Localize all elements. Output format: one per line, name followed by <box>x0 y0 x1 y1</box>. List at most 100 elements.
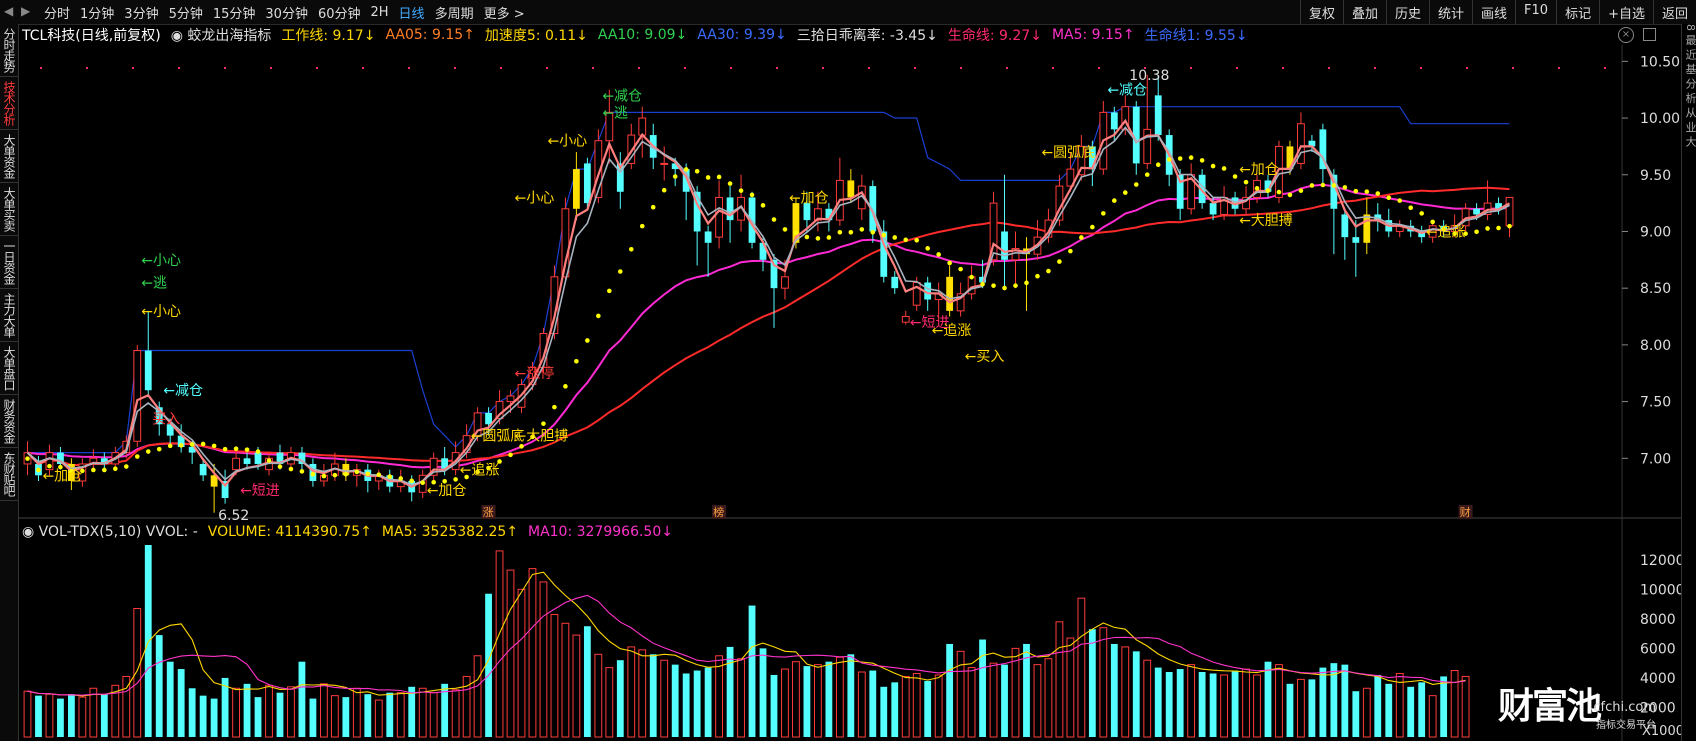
guide-dot <box>132 67 134 69</box>
candle-body <box>572 169 580 209</box>
signal-label: ←减仓 <box>602 88 642 104</box>
volume-bar <box>813 664 822 738</box>
workline-a <box>26 118 1511 488</box>
ma-line <box>26 186 1510 467</box>
signal-dot <box>892 235 898 240</box>
volume-bar <box>210 698 218 737</box>
signal-dot <box>991 283 996 288</box>
y-tick-label: 10.50 <box>1640 54 1680 70</box>
signal-dot <box>848 229 854 235</box>
signal-dot <box>1408 205 1414 210</box>
candle-body <box>583 163 591 204</box>
right-info-text: 8 最 近 基 分 析 从 业 大 <box>1684 24 1696 147</box>
volume-bar <box>1154 667 1162 737</box>
signal-label: ←追涨 <box>1426 224 1466 240</box>
signal-dot <box>596 313 601 319</box>
signal-dot <box>1265 188 1271 193</box>
kline-chart[interactable]: 7.007.508.008.509.009.5010.0010.50200040… <box>0 0 1696 741</box>
candle-body <box>1154 95 1162 136</box>
volume-bar <box>78 696 87 738</box>
volume-bar <box>100 694 108 737</box>
volume-bar <box>1198 672 1206 737</box>
candle-body <box>133 350 142 442</box>
volume-bar <box>1033 664 1042 738</box>
signal-dot <box>1057 259 1062 264</box>
guide-dot <box>1466 67 1468 69</box>
signal-dot <box>1287 192 1293 198</box>
signal-dot <box>354 469 360 475</box>
volume-bar <box>638 649 647 738</box>
signal-dot <box>376 472 382 477</box>
volume-bar <box>144 545 152 737</box>
volume-bar <box>133 608 142 738</box>
candle-body <box>715 196 724 238</box>
y-tick-label: 7.00 <box>1640 451 1671 467</box>
signal-label: 10.38 <box>1129 68 1169 84</box>
guide-dot <box>40 67 42 69</box>
candle-body <box>781 276 789 289</box>
volume-bar <box>715 655 724 738</box>
signal-dot <box>716 174 722 180</box>
signal-label: ←小心 <box>547 134 587 150</box>
signal-dot <box>563 384 568 389</box>
signal-dot <box>1397 198 1403 203</box>
volume-bar <box>704 667 712 737</box>
volume-bar <box>1297 678 1305 738</box>
volume-bar <box>1264 661 1272 737</box>
signal-dot <box>815 236 821 241</box>
volume-bar <box>374 699 383 738</box>
signal-label: ←大胆搏 <box>1239 212 1293 229</box>
volume-bar <box>989 662 998 738</box>
candle-body <box>1352 237 1360 243</box>
volume-bar <box>1450 670 1459 738</box>
volume-bar <box>199 695 207 737</box>
volume-bar <box>891 682 899 737</box>
guide-dot <box>500 67 502 69</box>
signal-dot <box>1188 155 1194 160</box>
volume-bar <box>1428 695 1437 738</box>
volume-bar <box>473 655 482 738</box>
volume-bar <box>67 694 75 737</box>
volume-bar <box>1275 664 1283 738</box>
signal-label: ←涨停 <box>515 365 555 382</box>
volume-bar <box>528 568 537 738</box>
signal-label: ←加仓 <box>42 468 82 484</box>
volume-bar <box>429 692 438 738</box>
signal-dot <box>321 473 327 479</box>
vol-tick-label: 4000 <box>1640 671 1676 687</box>
guide-dot <box>224 67 226 69</box>
y-tick-label: 7.50 <box>1640 395 1671 411</box>
signal-dot <box>233 446 239 451</box>
volume-bar <box>572 634 581 738</box>
guide-dot <box>776 67 778 69</box>
signal-dot <box>288 466 294 472</box>
volume-bar <box>232 687 240 738</box>
signal-dot <box>1331 183 1337 188</box>
volume-bar <box>792 661 800 738</box>
signal-dot <box>1068 248 1073 254</box>
volume-bar <box>408 686 416 737</box>
signal-dot <box>25 456 30 461</box>
volume-bar <box>726 646 734 737</box>
guide-dot <box>454 67 456 69</box>
guide-dot <box>914 67 916 69</box>
guide-dot <box>270 67 272 69</box>
signal-dot <box>1035 273 1040 279</box>
volume-bar <box>35 695 42 737</box>
signal-dot <box>1155 162 1161 167</box>
signal-dot <box>1419 211 1424 216</box>
guide-dot <box>546 67 548 69</box>
signal-dot <box>1320 182 1326 188</box>
watermark-domain: cfchi.com <box>1593 700 1656 715</box>
signal-dot <box>420 480 425 486</box>
guide-dot <box>408 67 410 69</box>
volume-bar <box>386 692 394 737</box>
signal-dot <box>936 252 941 257</box>
vol-tick-label: 12000 <box>1640 553 1685 569</box>
signal-label: ←小心 <box>141 253 181 269</box>
volume-bar <box>155 635 163 737</box>
signal-dot <box>1386 195 1392 201</box>
candle-body <box>144 350 152 391</box>
signal-dot <box>1101 211 1106 216</box>
guide-dot <box>1420 67 1422 69</box>
